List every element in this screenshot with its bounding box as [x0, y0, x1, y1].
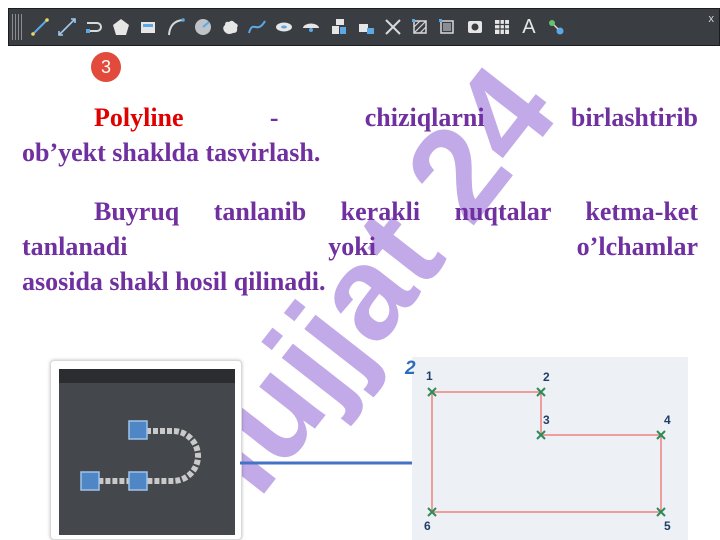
polygon-icon[interactable] [110, 16, 132, 38]
polyline-icon[interactable] [83, 16, 105, 38]
toolbar-close-button[interactable]: x [709, 13, 715, 25]
construction-line-icon[interactable] [56, 16, 78, 38]
polyline-example-diagram: 2 1 2 3 4 5 6 [405, 357, 688, 540]
ellipse-arc-icon[interactable] [300, 16, 322, 38]
point-label-2: 2 [543, 370, 550, 384]
paragraph2-line1-text: Buyruq tanlanib kerakli nuqtalar [94, 197, 551, 226]
polyline-preview [59, 369, 235, 535]
point-icon[interactable] [382, 16, 404, 38]
paragraph2-line3-text: asosida shakl hosil qilinadi. [22, 267, 326, 296]
table-icon[interactable] [491, 16, 513, 38]
point-label-3: 3 [543, 413, 550, 427]
point-label-4: 4 [664, 413, 671, 427]
point-label-1: 1 [426, 369, 433, 383]
revision-cloud-icon[interactable] [219, 16, 241, 38]
paragraph1-line2-text: ob’yekt shaklda tasvirlash. [22, 138, 321, 167]
draw-toolbar: A x [8, 8, 720, 46]
paragraph1-line1-text: - chiziqlarni birlashtirib [269, 103, 698, 132]
point-label-5: 5 [664, 519, 671, 533]
toolbar-grip[interactable] [12, 14, 22, 40]
multiline-text-icon[interactable]: A [518, 16, 540, 38]
ellipse-icon[interactable] [273, 16, 295, 38]
region-icon[interactable] [464, 16, 486, 38]
rectangle-icon[interactable] [137, 16, 159, 38]
text-tool-glyph: A [522, 15, 536, 38]
add-selected-icon[interactable] [545, 16, 567, 38]
paragraph-polyline: Polyline - chiziqlarni birlashtirib ob’y… [22, 100, 698, 170]
circle-icon[interactable] [192, 16, 214, 38]
polyline-keyword: Polyline [94, 103, 184, 132]
insert-block-icon[interactable] [328, 16, 350, 38]
point-label-6: 6 [424, 519, 431, 533]
arrow-connector [240, 455, 430, 471]
arc-icon[interactable] [165, 16, 187, 38]
gradient-icon[interactable] [436, 16, 458, 38]
make-block-icon[interactable] [355, 16, 377, 38]
line-icon[interactable] [29, 16, 51, 38]
hatch-icon[interactable] [409, 16, 431, 38]
spline-icon[interactable] [246, 16, 268, 38]
step-badge: 3 [91, 52, 121, 82]
polyline-tool-thumbnail [50, 360, 242, 540]
paragraph-instructions: Buyruq tanlanib kerakli nuqtalar ketma-k… [22, 194, 698, 299]
